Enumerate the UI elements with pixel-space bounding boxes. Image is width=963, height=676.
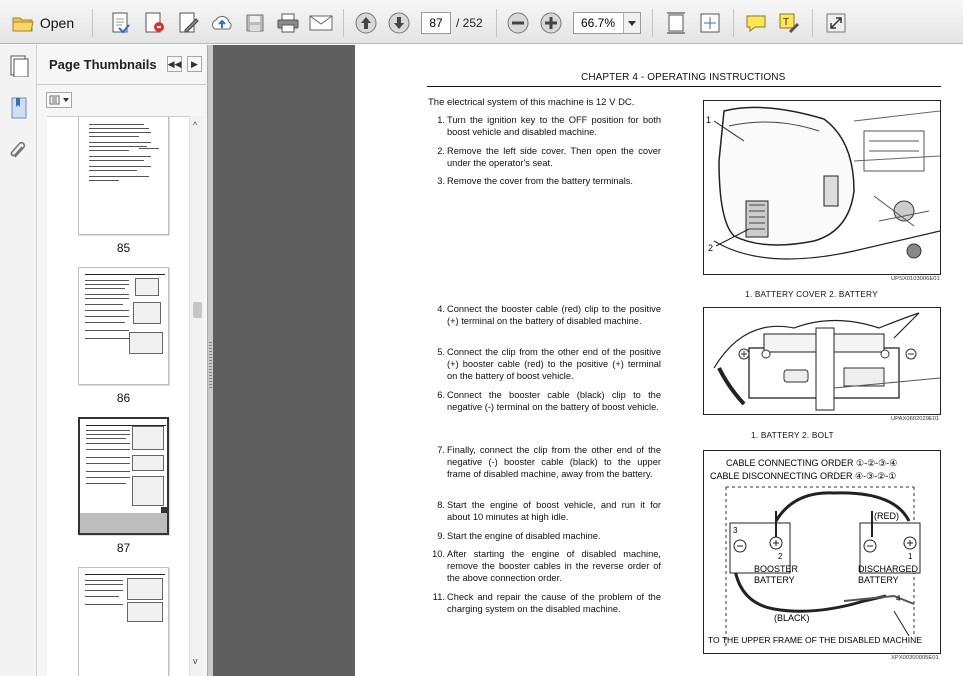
figure-caption: 1. BATTERY COVER 2. BATTERY xyxy=(745,289,878,299)
export-pdf-button[interactable] xyxy=(143,11,167,35)
envelope-icon xyxy=(309,15,333,31)
navigation-rail xyxy=(0,45,37,676)
thumbnail-85[interactable] xyxy=(78,117,169,235)
expand-button[interactable] xyxy=(824,11,848,35)
save-button[interactable] xyxy=(243,11,267,35)
fit-page-icon xyxy=(700,13,720,33)
battery-cover-figure: 1 2 xyxy=(703,100,941,275)
callout-2: 2 xyxy=(708,243,713,253)
arrow-up-icon xyxy=(355,12,377,34)
fit-page-button[interactable] xyxy=(698,11,722,35)
figure-code: UPAX0602029E01 xyxy=(891,416,940,422)
step-number-2: 2 xyxy=(778,552,783,561)
arrow-down-icon xyxy=(388,12,410,34)
fit-width-button[interactable] xyxy=(664,11,688,35)
zoom-out-button[interactable] xyxy=(506,11,530,35)
highlight-button[interactable]: T xyxy=(777,11,801,35)
options-button[interactable] xyxy=(46,92,72,108)
upload-button[interactable] xyxy=(210,11,234,35)
connect-order-label: CABLE CONNECTING ORDER ①-②-③-④ xyxy=(726,458,897,468)
edit-pdf-icon xyxy=(179,12,199,33)
fit-width-icon xyxy=(667,12,685,34)
figure-code: XPX00300005E01 xyxy=(891,655,939,661)
discharged-battery-label: DISCHARGED xyxy=(858,564,919,574)
thumbnail-88[interactable] xyxy=(78,567,169,676)
scroll-down-icon[interactable]: v xyxy=(193,656,198,666)
expand-panel-button[interactable]: ▶ xyxy=(187,56,202,72)
battery-cover-illustration: 1 2 xyxy=(706,106,941,260)
thumbnail-label: 87 xyxy=(116,541,131,555)
booster-wiring-figure: CABLE CONNECTING ORDER ①-②-③-④ CABLE DIS… xyxy=(703,450,941,654)
comment-button[interactable] xyxy=(744,11,768,35)
zoom-in-button[interactable] xyxy=(539,11,563,35)
open-button[interactable]: Open xyxy=(6,11,80,35)
thumbnail-panel: Page Thumbnails ◀◀ ▶ 85 86 87 ^ v xyxy=(37,45,208,676)
page-total-label: / 252 xyxy=(456,16,483,30)
step-number-1: 1 xyxy=(908,552,913,561)
black-cable-label: (BLACK) xyxy=(774,613,810,623)
step-number-3: 3 xyxy=(733,526,738,535)
highlighter-icon: T xyxy=(779,13,800,34)
print-button[interactable] xyxy=(275,11,301,35)
double-chevron-left-icon: ◀◀ xyxy=(167,58,182,69)
zoom-value: 66.7% xyxy=(581,16,616,30)
page-number-input[interactable]: 87 xyxy=(421,12,451,34)
save-icon xyxy=(246,14,264,32)
figure-caption: 1. BATTERY 2. BOLT xyxy=(751,430,834,440)
thumbnail-list: 85 86 87 xyxy=(47,116,189,676)
create-pdf-icon xyxy=(112,12,130,34)
bookmarks-icon[interactable] xyxy=(9,97,29,124)
thumbnail-scrollbar[interactable]: ^ v xyxy=(189,116,204,676)
battery-figure xyxy=(703,307,941,415)
booster-battery-label: BATTERY xyxy=(754,575,795,585)
edit-pdf-button[interactable] xyxy=(177,11,201,35)
pdf-page: CHAPTER 4 - OPERATING INSTRUCTIONS The e… xyxy=(355,45,963,676)
thumbnail-87[interactable] xyxy=(78,417,169,535)
cloud-upload-icon xyxy=(212,15,232,30)
thumbnail-label: 85 xyxy=(116,241,131,255)
booster-wiring-diagram: CABLE CONNECTING ORDER ①-②-③-④ CABLE DIS… xyxy=(708,458,922,647)
chapter-header: CHAPTER 4 - OPERATING INSTRUCTIONS xyxy=(581,72,786,83)
thumbnail-label: 86 xyxy=(116,391,131,405)
folder-icon xyxy=(12,17,34,32)
attachments-icon[interactable] xyxy=(9,139,29,166)
upper-frame-label: TO THE UPPER FRAME OF THE DISABLED MACHI… xyxy=(708,635,922,645)
step-number-4: 4 xyxy=(896,594,901,603)
plus-icon xyxy=(540,12,562,34)
next-page-button[interactable] xyxy=(387,11,411,35)
speech-bubble-icon xyxy=(746,15,766,33)
zoom-select[interactable]: 66.7% xyxy=(573,12,641,34)
open-label: Open xyxy=(39,15,75,31)
printer-icon xyxy=(277,13,299,33)
toolbar: Open 87 / 252 66.7% T xyxy=(0,0,963,44)
collapse-panel-button[interactable]: ◀◀ xyxy=(167,56,182,72)
disconnect-order-label: CABLE DISCONNECTING ORDER ④-③-②-① xyxy=(710,471,896,481)
minus-icon xyxy=(507,12,529,34)
export-pdf-icon xyxy=(145,12,164,33)
create-pdf-button[interactable] xyxy=(109,11,133,35)
svg-text:T: T xyxy=(783,17,789,28)
scroll-thumb[interactable] xyxy=(193,302,202,318)
list-options-icon xyxy=(49,95,69,105)
thumbnail-86[interactable] xyxy=(78,267,169,385)
previous-page-button[interactable] xyxy=(354,11,378,35)
booster-battery-label: BOOSTER xyxy=(754,564,799,574)
scroll-up-icon[interactable]: ^ xyxy=(193,120,197,130)
callout-1: 1 xyxy=(706,115,711,125)
page-thumbnails-icon[interactable] xyxy=(9,55,29,82)
discharged-battery-label: BATTERY xyxy=(858,575,899,585)
chevron-down-icon[interactable] xyxy=(623,13,640,33)
red-cable-label: (RED) xyxy=(874,511,899,521)
battery-illustration xyxy=(713,312,941,411)
panel-title: Page Thumbnails xyxy=(49,57,157,72)
figure-code: UPSX0103006E01 xyxy=(891,276,940,282)
email-button[interactable] xyxy=(308,11,334,35)
intro-text: The electrical system of this machine is… xyxy=(428,97,635,108)
expand-icon xyxy=(826,13,846,33)
header-rule xyxy=(427,86,941,87)
chevron-right-icon: ▶ xyxy=(191,58,198,69)
